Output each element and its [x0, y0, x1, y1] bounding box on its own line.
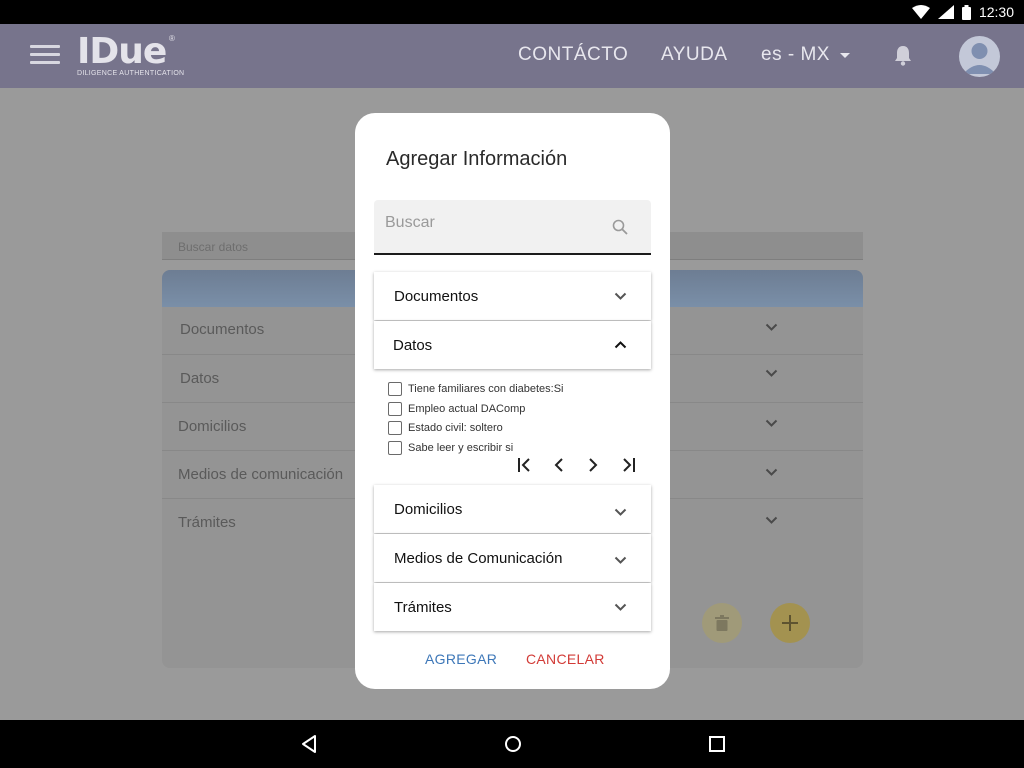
checkbox[interactable] [388, 421, 402, 436]
background-row-label: Documentos [180, 321, 265, 338]
data-item[interactable]: Estado civil: soltero [388, 418, 564, 438]
checkbox[interactable] [388, 381, 402, 396]
logo-registered-mark: ® [169, 34, 175, 43]
logo-subtitle: DILIGENCE AUTHENTICATION [77, 70, 185, 77]
data-item-label: Empleo actual DAComp [408, 402, 526, 415]
idue-logo: IDue ® DILIGENCE AUTHENTICATION [77, 32, 185, 78]
trash-icon [715, 615, 729, 631]
chevron-down-icon [765, 516, 778, 524]
chevron-down-icon [614, 556, 627, 564]
previous-page-icon[interactable] [553, 458, 565, 472]
nav-help-link[interactable]: AYUDA [661, 44, 728, 66]
recents-icon[interactable] [708, 734, 726, 759]
chevron-down-icon [614, 292, 627, 300]
status-time: 12:30 [978, 4, 1014, 20]
back-icon[interactable] [300, 734, 318, 759]
caret-down-icon [839, 52, 850, 58]
data-item-label: Sabe leer y escribir si [408, 441, 514, 454]
system-navigation-bar [0, 720, 1024, 768]
accordion-label: Documentos [394, 287, 479, 305]
add-information-dialog: Agregar Información Documentos Datos Tie… [355, 113, 670, 689]
background-row-label: Trámites [178, 514, 236, 531]
dialog-search-field[interactable] [374, 200, 651, 255]
chevron-up-icon [614, 341, 627, 349]
chevron-down-icon [614, 508, 627, 516]
accordion-label: Datos [393, 336, 433, 354]
language-selector[interactable]: es - MX [761, 44, 850, 66]
data-item-label: Tiene familiares con diabetes:Si [408, 382, 564, 395]
accordion-header-tramites[interactable]: Trámites [374, 583, 651, 631]
accordion-documentos[interactable]: Documentos [374, 272, 651, 320]
data-checkbox-list: Tiene familiares con diabetes:Si Empleo … [388, 379, 564, 458]
accordion-domicilios[interactable]: Domicilios [374, 485, 651, 533]
home-icon[interactable] [504, 734, 522, 759]
signal-icon [937, 5, 954, 19]
hamburger-menu-icon[interactable] [30, 42, 60, 70]
data-item[interactable]: Empleo actual DAComp [388, 399, 564, 419]
app-header: IDue ® DILIGENCE AUTHENTICATION CONTÁCTO… [0, 24, 1024, 88]
accordion-header-datos[interactable]: Datos [374, 321, 651, 369]
accordion-medios-comunicacion[interactable]: Medios de Comunicación [374, 534, 651, 582]
add-button[interactable]: AGREGAR [425, 651, 497, 667]
add-fab [770, 603, 810, 643]
chevron-down-icon [765, 419, 778, 427]
data-item-label: Estado civil: soltero [408, 422, 503, 435]
accordion-header-medios-comunicacion[interactable]: Medios de Comunicación [374, 534, 651, 582]
data-item[interactable]: Tiene familiares con diabetes:Si [388, 379, 564, 399]
bell-icon[interactable] [893, 44, 913, 71]
background-row-label: Datos [180, 370, 220, 387]
nav-contact-link[interactable]: CONTÁCTO [518, 44, 628, 66]
accordion-datos[interactable]: Datos [374, 321, 651, 369]
dialog-search-input[interactable] [385, 214, 600, 232]
status-bar: 12:30 [0, 0, 1024, 24]
chevron-down-icon [765, 468, 778, 476]
language-label: es - MX [761, 44, 830, 65]
accordion-header-documentos[interactable]: Documentos [374, 272, 651, 320]
accordion-tramites[interactable]: Trámites [374, 583, 651, 631]
accordion-header-domicilios[interactable]: Domicilios [374, 485, 651, 533]
chevron-down-icon [765, 369, 778, 377]
dialog-title: Agregar Información [386, 148, 568, 170]
accordion-label: Domicilios [394, 500, 463, 518]
search-icon [612, 219, 628, 235]
data-item[interactable]: Sabe leer y escribir si [388, 438, 564, 458]
accordion-label: Trámites [394, 598, 452, 616]
background-row-label: Medios de comunicación [178, 466, 344, 483]
battery-icon [961, 4, 971, 20]
first-page-icon[interactable] [517, 458, 532, 472]
background-search-placeholder: Buscar datos [178, 240, 249, 254]
wifi-icon [911, 5, 930, 19]
chevron-down-icon [614, 603, 627, 611]
user-avatar-icon[interactable] [959, 36, 1000, 77]
last-page-icon[interactable] [621, 458, 636, 472]
status-icons: 12:30 [911, 4, 1014, 20]
background-row-label: Domicilios [178, 418, 247, 435]
checkbox[interactable] [388, 440, 402, 455]
next-page-icon[interactable] [587, 458, 599, 472]
checkbox[interactable] [388, 401, 402, 416]
cancel-button[interactable]: CANCELAR [526, 651, 605, 667]
plus-icon [782, 615, 798, 631]
delete-fab [702, 603, 742, 643]
accordion-label: Medios de Comunicación [394, 549, 563, 567]
chevron-down-icon [765, 323, 778, 331]
